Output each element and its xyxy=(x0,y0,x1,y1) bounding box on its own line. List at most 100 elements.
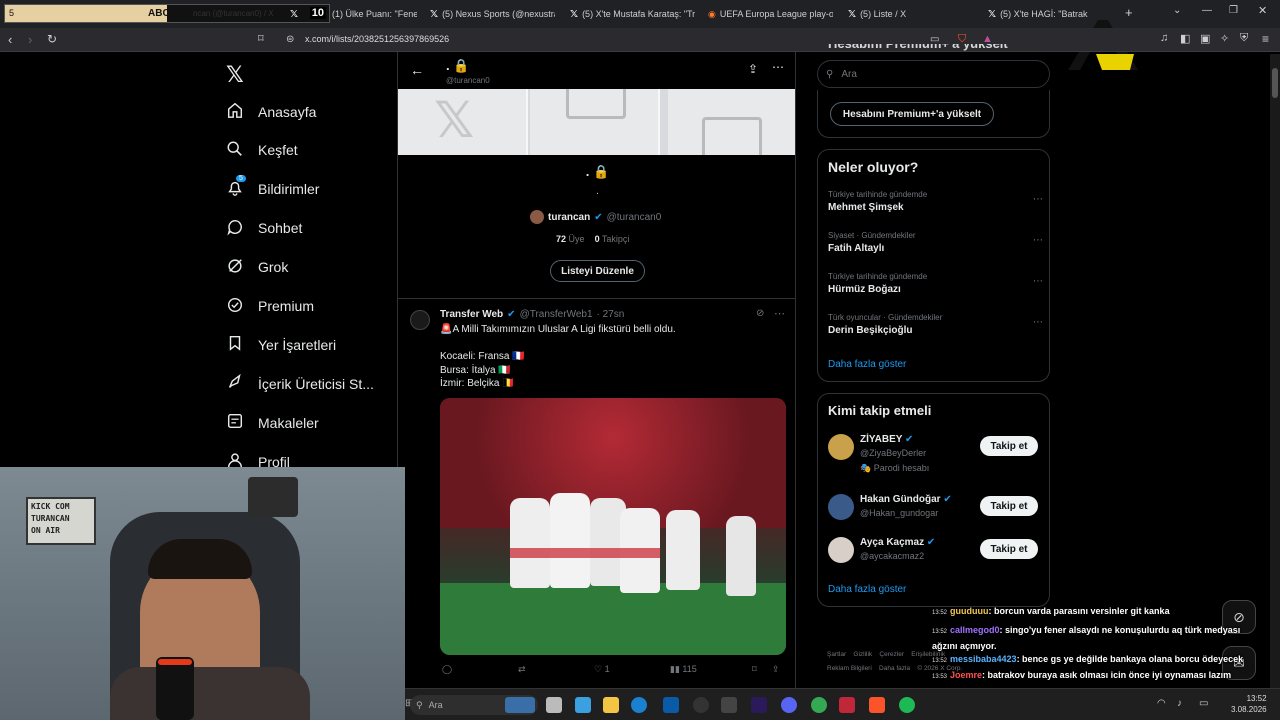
app-icon[interactable] xyxy=(839,697,855,713)
grok-icon[interactable]: ⊘ xyxy=(756,308,764,319)
sidebar-item[interactable]: Makaleler xyxy=(226,412,319,433)
obs-icon[interactable] xyxy=(693,697,709,713)
trend-name: Mehmet Şimşek xyxy=(828,202,904,213)
vpn-icon[interactable]: ⛨ xyxy=(1240,32,1248,45)
reload-icon[interactable]: ↻ xyxy=(47,32,57,46)
follow-suggestion[interactable]: ZİYABEY ✔ @ZiyaBeyDerler 🎭 Parodi hesabı… xyxy=(828,434,1043,474)
browser-tab[interactable]: ◉ UEFA Europa League play-off xyxy=(708,4,833,24)
search-icon xyxy=(226,140,244,161)
more-icon[interactable]: ⋯ xyxy=(1033,317,1043,328)
list-stats: 72 Üye 0 Takipçi xyxy=(556,234,630,244)
sidebar-toggle-icon[interactable]: ◧ xyxy=(1180,32,1190,45)
list-owner[interactable]: turancan ✔ @turancan0 xyxy=(530,210,661,224)
file-explorer-icon[interactable] xyxy=(603,697,619,713)
edge-icon[interactable] xyxy=(631,697,647,713)
avatar xyxy=(530,210,544,224)
more-icon[interactable]: ⋯ xyxy=(774,307,785,320)
wallet-icon[interactable]: ▣ xyxy=(1200,32,1210,45)
trend-item[interactable]: Türk oyuncular · Gündemdekiler Derin Beşi… xyxy=(828,313,1043,336)
avatar[interactable] xyxy=(410,310,430,330)
sidebar-item[interactable]: Premium xyxy=(226,296,314,317)
sidebar-item[interactable]: Keşfet xyxy=(226,140,298,161)
bookmark-icon[interactable]: ⌑ xyxy=(752,664,772,675)
x-home-logo-icon[interactable]: 𝕏 xyxy=(226,62,244,88)
wifi-icon[interactable]: ◠ xyxy=(1157,698,1166,709)
retweet-icon[interactable]: ⇄ xyxy=(518,664,594,675)
taskview-icon[interactable] xyxy=(546,697,562,713)
leo-icon[interactable]: ✧ xyxy=(1220,32,1229,45)
list-banner: 𝕏 xyxy=(398,89,795,155)
trend-item[interactable]: Siyaset · Gündemdekiler Fatih Altaylı ⋯ xyxy=(828,231,1043,254)
banner-card xyxy=(530,89,660,155)
views-count[interactable]: ▮▮ 115 xyxy=(670,664,752,675)
forward-icon[interactable]: › xyxy=(28,32,32,47)
volume-icon[interactable]: ♪ xyxy=(1177,698,1182,709)
edit-list-button[interactable]: Listeyi Düzenle xyxy=(550,260,645,282)
brave-icon[interactable] xyxy=(869,697,885,713)
sidebar-item[interactable]: 5 Bildirimler xyxy=(226,174,319,200)
maximize-icon[interactable]: ❐ xyxy=(1229,5,1238,16)
sidebar-item[interactable]: İçerik Üreticisi St... xyxy=(226,373,374,394)
list-header-title: . 🔒 xyxy=(446,58,470,73)
bookmark-page-icon[interactable]: ⌑ xyxy=(258,32,264,45)
sidebar-item[interactable]: Sohbet xyxy=(226,218,302,239)
like-button[interactable]: ♡ 1 xyxy=(594,664,670,675)
menu-icon[interactable]: ≡ xyxy=(1262,32,1269,46)
follow-suggestion[interactable]: Hakan Gündoğar ✔ @Hakan_gundogar Takip e… xyxy=(828,494,1043,534)
browser-tab-active[interactable]: 𝕏 (5) Liste / X xyxy=(848,4,973,24)
share-icon[interactable]: ⇪ xyxy=(772,664,780,675)
close-window-icon[interactable]: ✕ xyxy=(1258,4,1267,17)
trend-meta: Siyaset · Gündemdekiler xyxy=(828,231,916,240)
sidebar-item[interactable]: Grok xyxy=(226,257,288,278)
widget-icon[interactable] xyxy=(505,697,535,713)
chrome-icon[interactable] xyxy=(811,697,827,713)
store-icon[interactable] xyxy=(663,697,679,713)
capcut-icon[interactable] xyxy=(721,697,737,713)
premiere-icon[interactable] xyxy=(751,697,767,713)
tweet-actions: ◯ ⇄ ♡ 1 ▮▮ 115 ⌑ ⇪ xyxy=(442,664,788,675)
sidebar-item[interactable]: Anasayfa xyxy=(226,101,316,122)
show-more-trends-link[interactable]: Daha fazla göster xyxy=(828,359,906,370)
verified-icon: ✔ xyxy=(507,309,516,320)
more-icon[interactable]: ⋯ xyxy=(1033,276,1043,287)
more-icon[interactable]: ⋯ xyxy=(772,60,784,74)
reply-icon[interactable]: ◯ xyxy=(442,664,518,675)
follow-button[interactable]: Takip et xyxy=(980,436,1038,456)
spotify-icon[interactable] xyxy=(899,697,915,713)
media-icon[interactable]: ♫ xyxy=(1160,32,1168,44)
more-icon[interactable]: ⋯ xyxy=(1033,194,1043,205)
follow-button[interactable]: Takip et xyxy=(980,539,1038,559)
subscriber-goal-label: ABONE.. xyxy=(148,8,190,19)
tab-list-icon[interactable]: ⌄ xyxy=(1173,5,1181,16)
back-icon[interactable]: ‹ xyxy=(8,32,12,47)
clock[interactable]: 13:52 3.08.2026 xyxy=(1231,693,1267,715)
banner-card xyxy=(668,89,795,155)
follow-suggestion[interactable]: Ayça Kaçmaz ✔ @aycakacmaz2 Takip et xyxy=(828,537,1043,577)
search-input[interactable]: ⚲ Ara xyxy=(817,60,1050,88)
list-header: ← . 🔒 @turancan0 ⇪ ⋯ xyxy=(398,52,795,89)
chat-time: 13:52 xyxy=(932,629,948,635)
chat-time: 13:52 xyxy=(932,658,948,664)
share-icon[interactable]: ⇪ xyxy=(748,62,758,76)
more-icon[interactable]: ⋯ xyxy=(1033,235,1043,246)
scrollbar[interactable] xyxy=(1270,54,1280,688)
site-info-icon[interactable]: ⊜ xyxy=(286,34,294,45)
sidebar-item[interactable]: Yer İşaretleri xyxy=(226,334,336,355)
browser-tab[interactable]: 𝕏 (5) Nexus Sports (@nexustran xyxy=(430,4,555,24)
trend-item[interactable]: Türkiye tarihinde gündemde Hürmüz Boğazı ⋯ xyxy=(828,272,1043,295)
back-arrow-icon[interactable]: ← xyxy=(410,62,424,78)
scrollbar-thumb[interactable] xyxy=(1272,68,1278,98)
follow-button[interactable]: Takip et xyxy=(980,496,1038,516)
battery-icon[interactable]: ▭ xyxy=(1199,698,1208,709)
upgrade-premium-button[interactable]: Hesabını Premium+'a yükselt xyxy=(830,102,994,126)
trend-item[interactable]: Türkiye tarihinde gündemde Mehmet Şimşek ⋯ xyxy=(828,190,1043,213)
copilot-icon[interactable] xyxy=(575,697,591,713)
browser-tab[interactable]: (1) Ülke Puanı: "Fenerbah xyxy=(332,4,417,24)
show-more-follow-link[interactable]: Daha fazla göster xyxy=(828,584,906,595)
discord-icon[interactable] xyxy=(781,697,797,713)
browser-tab[interactable]: 𝕏 (5) X'te Mustafa Karataş: "Trab xyxy=(570,4,695,24)
tweet-text: 🚨A Milli Takımımızın Uluslar A Ligi fiks… xyxy=(440,324,676,389)
url-field[interactable]: x.com/i/lists/2038251256397869526 xyxy=(305,34,449,44)
tweet-image[interactable] xyxy=(440,398,786,655)
minimize-icon[interactable]: — xyxy=(1202,5,1212,16)
